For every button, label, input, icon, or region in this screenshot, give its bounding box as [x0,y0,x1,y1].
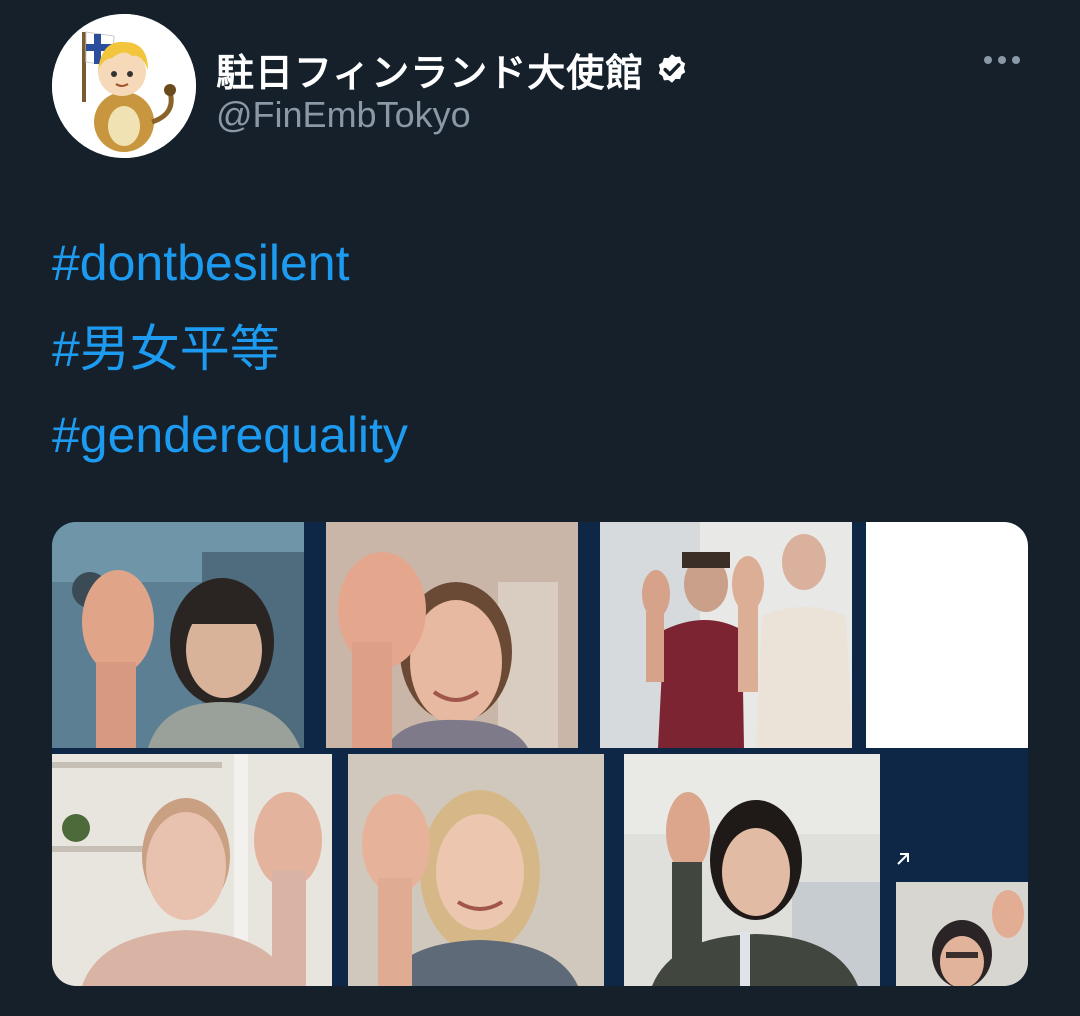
verified-badge-icon [659,53,686,83]
hashtag-link[interactable]: #男女平等 [52,306,1032,392]
tweet-text: #dontbesilent #男女平等 #genderequality [52,220,1032,478]
participant-tile [624,754,880,986]
hashtag-link[interactable]: #genderequality [52,392,1032,478]
participant-tile [326,522,578,748]
tweet-header: 駐日フィンランド大使館 @FinEmbTokyo [52,14,1032,164]
name-row: 駐日フィンランド大使館 [216,42,690,97]
participant-tile [348,754,604,986]
participant-tile [52,754,332,986]
video-call-grid-image [52,522,1028,986]
participant-tile [600,522,852,748]
participant-tile-blank [866,522,1028,748]
display-name[interactable]: 駐日フィンランド大使館 [216,42,644,97]
handle[interactable]: @FinEmbTokyo [216,94,471,136]
hashtag-link[interactable]: #dontbesilent [52,220,1032,306]
participant-tile [896,882,1028,986]
participant-tile [52,522,304,748]
avatar[interactable] [52,14,196,158]
more-options-icon[interactable] [980,50,1024,70]
mascot-avatar-icon [52,14,196,158]
tweet-media[interactable] [52,522,1028,986]
